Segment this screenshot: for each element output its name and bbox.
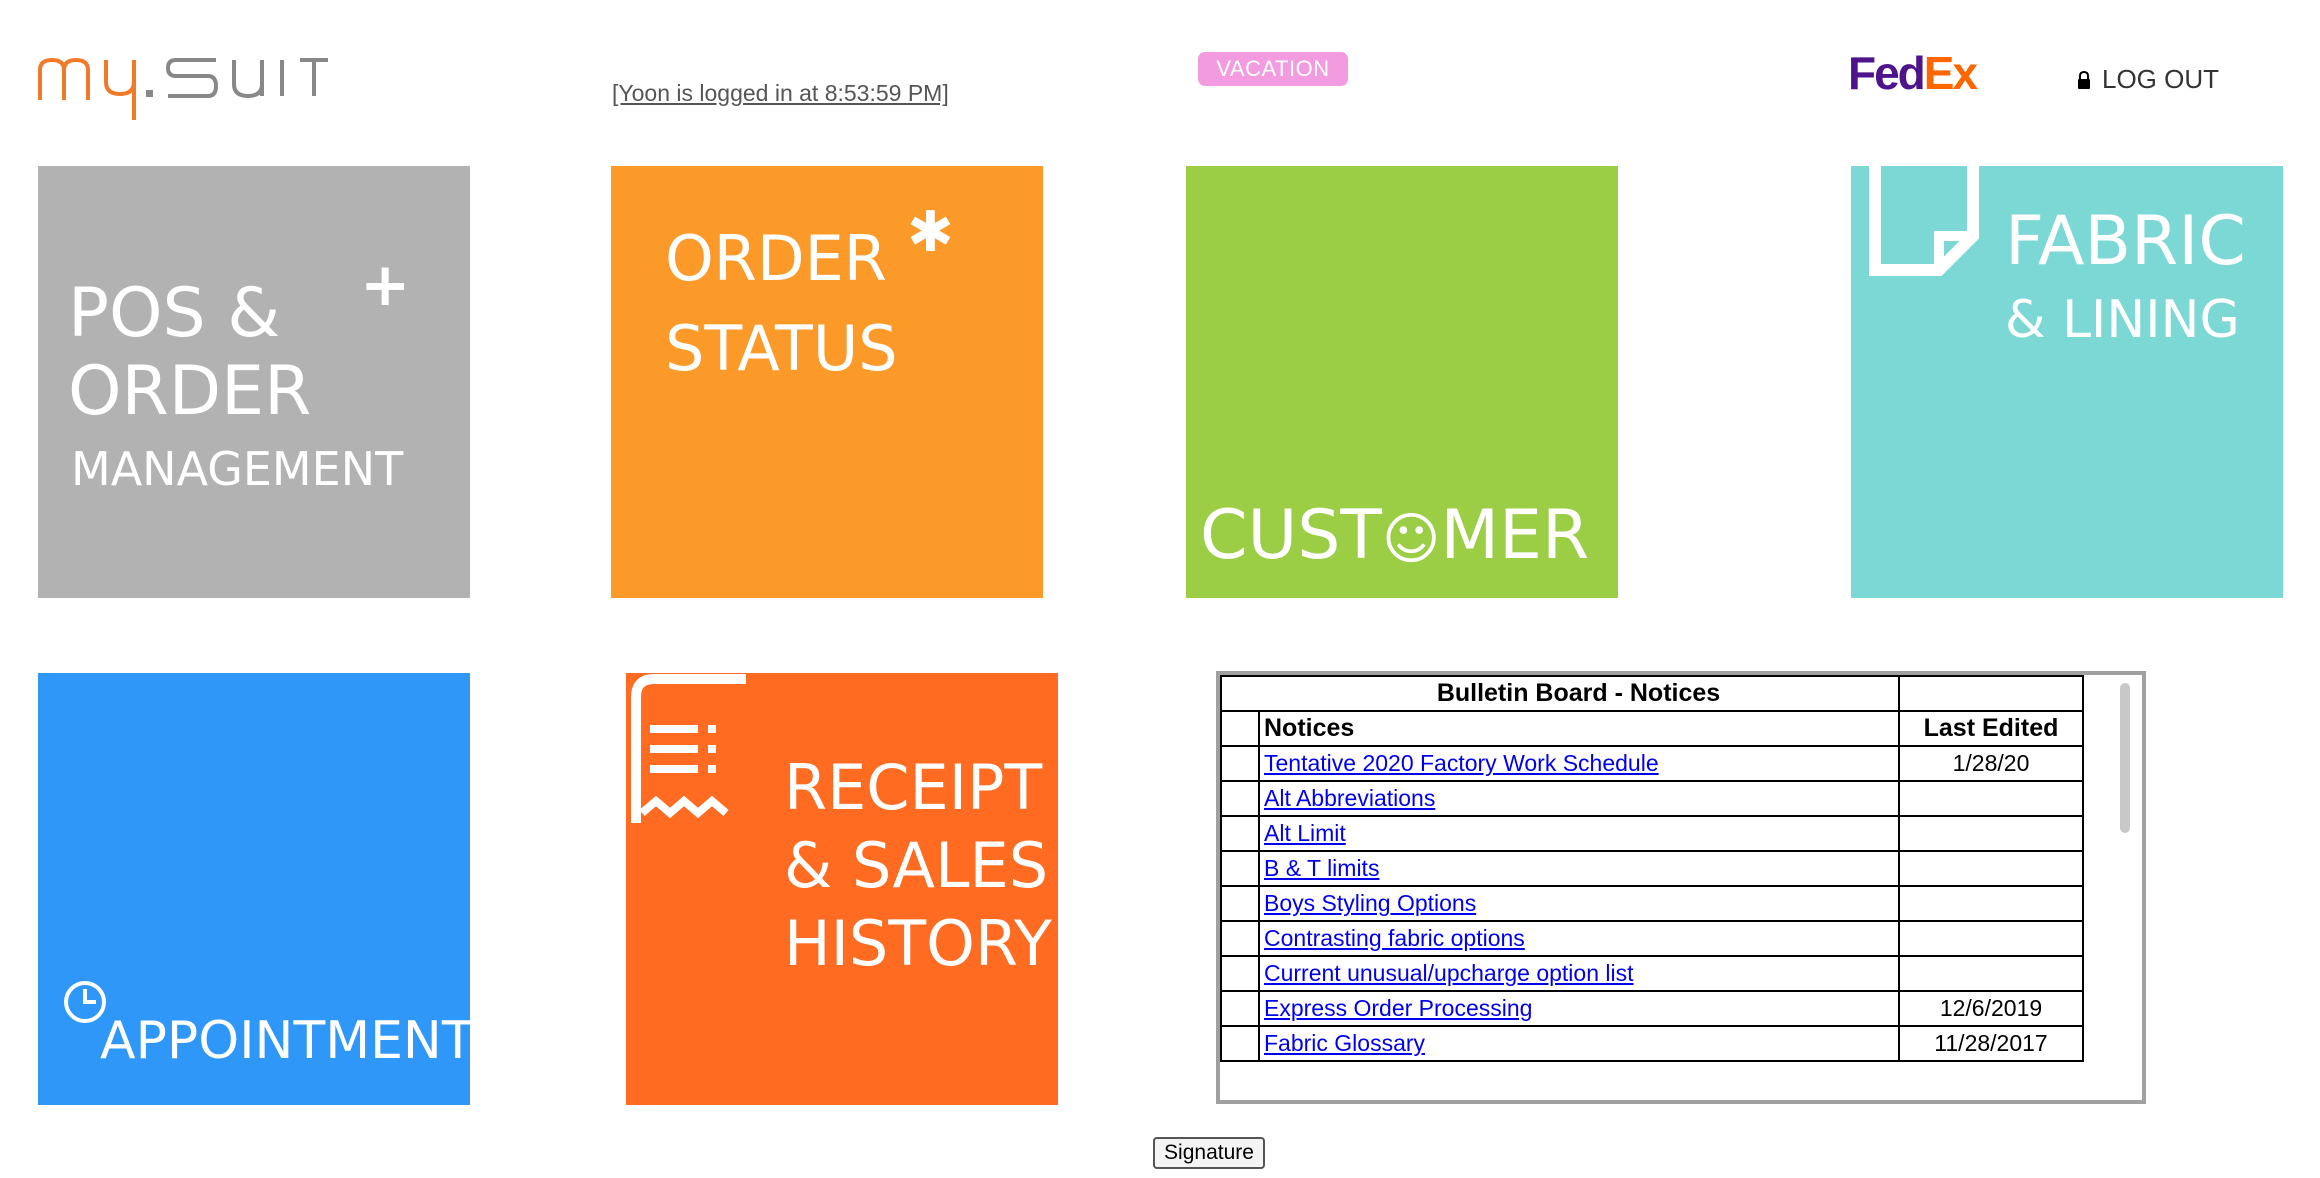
fedex-logo[interactable]: FedEx xyxy=(1848,46,1978,100)
notice-link[interactable]: Alt Abbreviations xyxy=(1264,785,1435,811)
lock-icon xyxy=(2078,70,2090,89)
tile-customer[interactable]: CUST☺MER xyxy=(1186,166,1618,598)
table-row: B & T limits xyxy=(1220,850,2084,887)
notice-date xyxy=(1898,920,2084,957)
tile-receipt-sales-history[interactable]: RECEIPT & SALES HISTORY xyxy=(626,673,1058,1105)
notice-date xyxy=(1898,780,2084,817)
table-row: Current unusual/upcharge option list xyxy=(1220,955,2084,992)
tile-receipt-line1: RECEIPT xyxy=(784,751,1043,824)
notice-date xyxy=(1898,850,2084,887)
notice-date: 1/28/20 xyxy=(1898,745,2084,782)
logout-label: LOG OUT xyxy=(2102,64,2220,94)
table-row: Alt Abbreviations xyxy=(1220,780,2084,817)
notice-link[interactable]: Tentative 2020 Factory Work Schedule xyxy=(1264,750,1659,776)
tile-customer-label-a: CUST xyxy=(1200,496,1382,575)
table-row: Express Order Processing 12/6/2019 xyxy=(1220,990,2084,1027)
fedex-fed-text: Fed xyxy=(1848,47,1926,99)
column-header-last-edited: Last Edited xyxy=(1898,710,2084,747)
notice-link[interactable]: Contrasting fabric options xyxy=(1264,925,1525,951)
tile-fabric-line2: & LINING xyxy=(2005,290,2240,350)
bulletin-table: Bulletin Board - Notices Notices Last Ed… xyxy=(1220,675,2084,1062)
tile-fabric-lining[interactable]: FABRIC & LINING xyxy=(1851,166,2283,598)
tile-fabric-line1: FABRIC xyxy=(2005,202,2246,281)
bulletin-scrollbar[interactable] xyxy=(2120,683,2130,833)
smiley-icon: ☺ xyxy=(1381,507,1441,572)
fedex-ex-text: Ex xyxy=(1923,47,1978,99)
notice-date: 12/6/2019 xyxy=(1898,990,2084,1027)
tile-pos-line3: MANAGEMENT xyxy=(71,442,404,496)
table-row: Boys Styling Options xyxy=(1220,885,2084,922)
table-row: Tentative 2020 Factory Work Schedule 1/2… xyxy=(1220,745,2084,782)
notice-link[interactable]: Express Order Processing xyxy=(1264,995,1532,1021)
document-icon xyxy=(1869,166,1979,276)
tile-receipt-line2: & SALES xyxy=(784,829,1049,902)
notice-link[interactable]: Fabric Glossary xyxy=(1264,1030,1425,1056)
notice-date: 11/28/2017 xyxy=(1898,1025,2084,1062)
tile-appointment-label: APPOINTMENT xyxy=(100,1011,474,1071)
signature-button[interactable]: Signature xyxy=(1153,1137,1265,1169)
tile-order-status[interactable]: ORDER STATUS ✱ xyxy=(611,166,1043,598)
table-row: Alt Limit xyxy=(1220,815,2084,852)
tile-appointment[interactable]: APPOINTMENT xyxy=(38,673,474,1105)
mysuit-logo xyxy=(38,57,328,120)
tile-customer-label-b: MER xyxy=(1440,496,1590,575)
bulletin-header-row: Notices Last Edited xyxy=(1220,710,2084,747)
table-row: Fabric Glossary 11/28/2017 xyxy=(1220,1025,2084,1062)
asterisk-icon: ✱ xyxy=(907,200,954,265)
plus-icon: + xyxy=(360,250,411,320)
vacation-badge[interactable]: VACATION xyxy=(1198,52,1348,86)
notice-link[interactable]: B & T limits xyxy=(1264,855,1379,881)
login-status: [Yoon is logged in at 8:53:59 PM] xyxy=(612,80,949,106)
tile-customer-label: CUST☺MER xyxy=(1200,496,1589,575)
tile-pos-line1: POS & xyxy=(68,274,281,353)
notice-link[interactable]: Boys Styling Options xyxy=(1264,890,1476,916)
table-row: Contrasting fabric options xyxy=(1220,920,2084,957)
tile-receipt-line3: HISTORY xyxy=(784,907,1052,980)
bulletin-title: Bulletin Board - Notices xyxy=(1259,675,1900,712)
notice-date xyxy=(1898,815,2084,852)
notice-link[interactable]: Current unusual/upcharge option list xyxy=(1264,960,1634,986)
tile-pos-line2: ORDER xyxy=(68,352,312,431)
notice-date xyxy=(1898,885,2084,922)
receipt-icon xyxy=(631,674,746,823)
tile-order-line1: ORDER xyxy=(665,222,887,295)
tile-order-line2: STATUS xyxy=(665,312,898,385)
bulletin-board[interactable]: Bulletin Board - Notices Notices Last Ed… xyxy=(1216,671,2146,1104)
notice-date xyxy=(1898,955,2084,992)
notice-link[interactable]: Alt Limit xyxy=(1264,820,1346,846)
tile-pos-order-management[interactable]: POS & ORDER MANAGEMENT + xyxy=(38,166,470,598)
bulletin-title-row: Bulletin Board - Notices xyxy=(1220,675,2084,712)
logout-button[interactable]: LOG OUT xyxy=(2076,64,2219,95)
column-header-notices: Notices xyxy=(1258,710,1900,747)
